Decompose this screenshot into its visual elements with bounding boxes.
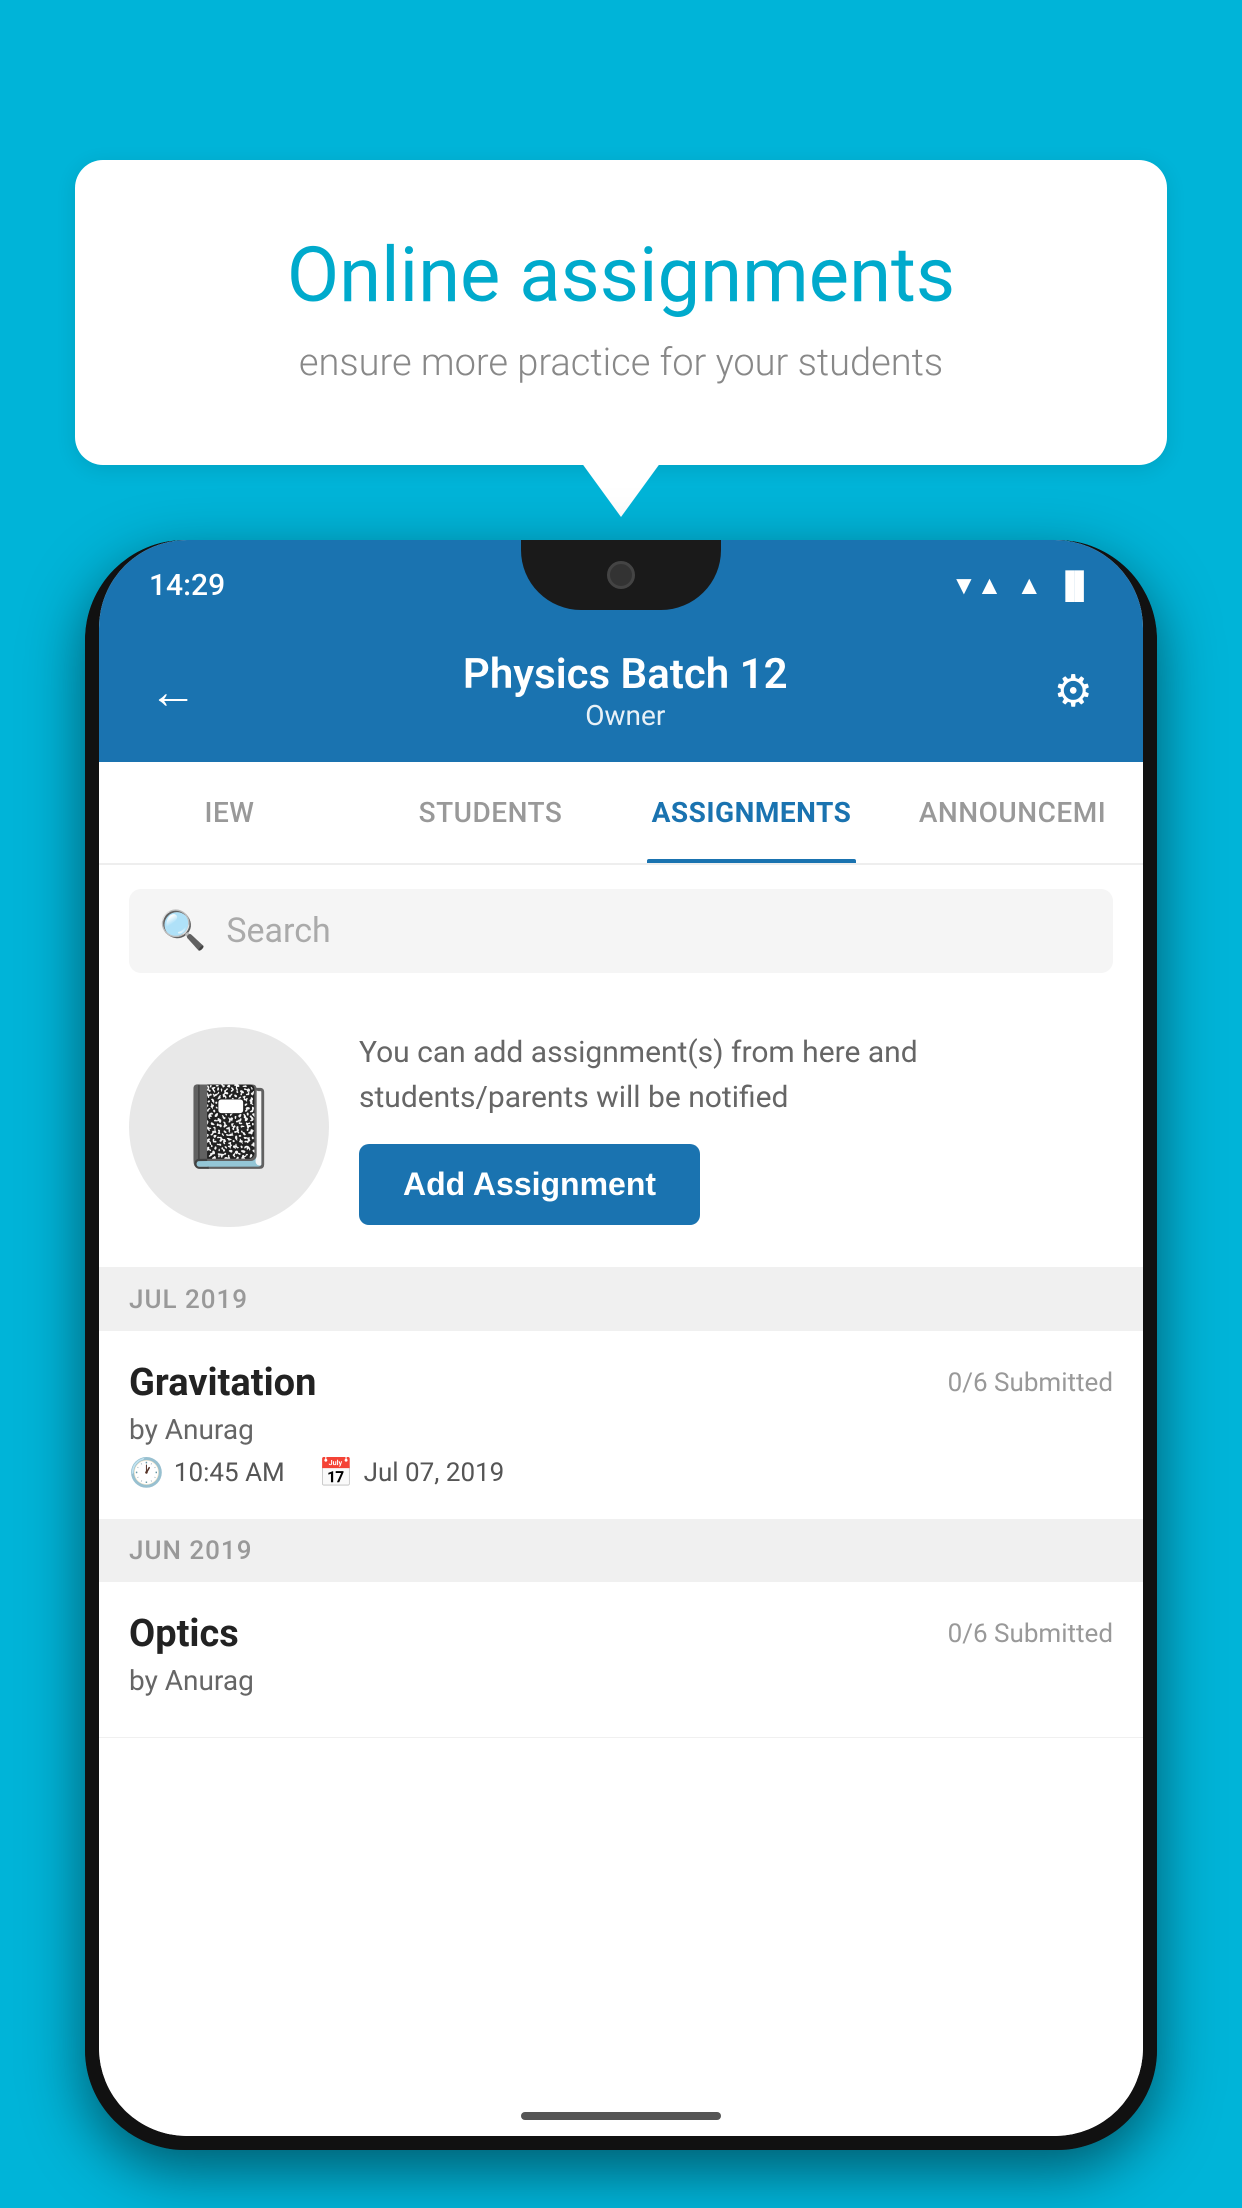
phone-outer-frame: 14:29 ▼▲ ▲ ▐▌ ← Physics Batch 12 O [85, 540, 1157, 2150]
header-subtitle: Owner [463, 699, 788, 732]
status-icons: ▼▲ ▲ ▐▌ [951, 570, 1093, 601]
tab-announcements[interactable]: ANNOUNCEMI [882, 762, 1143, 863]
month-label-jun: JUN 2019 [129, 1536, 252, 1566]
promo-content: You can add assignment(s) from here and … [359, 1030, 1113, 1225]
home-bar [521, 2112, 721, 2120]
assignment-date-gravitation: Jul 07, 2019 [364, 1458, 505, 1488]
search-icon: 🔍 [159, 909, 206, 953]
phone-screen: 14:29 ▼▲ ▲ ▐▌ ← Physics Batch 12 O [99, 540, 1143, 2136]
status-bar: 14:29 ▼▲ ▲ ▐▌ [99, 540, 1143, 630]
assignment-row1: Gravitation 0/6 Submitted [129, 1361, 1113, 1405]
notebook-icon: 📓 [179, 1080, 279, 1174]
assignment-submitted-gravitation: 0/6 Submitted [948, 1368, 1113, 1398]
search-bar[interactable]: 🔍 Search [129, 889, 1113, 973]
status-time: 14:29 [149, 568, 225, 603]
meta-date-gravitation: 📅 Jul 07, 2019 [319, 1456, 505, 1489]
app-header: ← Physics Batch 12 Owner ⚙ [99, 630, 1143, 762]
back-button[interactable]: ← [149, 663, 197, 720]
month-label-jul: JUL 2019 [129, 1285, 248, 1315]
speech-bubble: Online assignments ensure more practice … [75, 160, 1167, 465]
clock-icon: 🕐 [129, 1456, 164, 1489]
phone-container: 14:29 ▼▲ ▲ ▐▌ ← Physics Batch 12 O [85, 540, 1157, 2208]
search-input[interactable]: Search [226, 911, 330, 951]
assignment-item-gravitation[interactable]: Gravitation 0/6 Submitted by Anurag 🕐 10… [99, 1331, 1143, 1520]
assignment-meta-gravitation: 🕐 10:45 AM 📅 Jul 07, 2019 [129, 1456, 1113, 1489]
tab-assignments[interactable]: ASSIGNMENTS [621, 762, 882, 863]
signal-icon: ▲ [1016, 570, 1042, 601]
speech-bubble-subtitle: ensure more practice for your students [155, 341, 1087, 385]
speech-bubble-title: Online assignments [155, 230, 1087, 321]
header-center: Physics Batch 12 Owner [463, 650, 788, 732]
assignment-name-gravitation: Gravitation [129, 1361, 316, 1405]
assignment-name-optics: Optics [129, 1612, 239, 1656]
add-assignment-button[interactable]: Add Assignment [359, 1144, 700, 1225]
assignment-by-optics: by Anurag [129, 1664, 1113, 1697]
tab-iew[interactable]: IEW [99, 762, 360, 863]
phone-notch [521, 540, 721, 610]
month-separator-jun: JUN 2019 [99, 1520, 1143, 1582]
tabs-container: IEW STUDENTS ASSIGNMENTS ANNOUNCEMI [99, 762, 1143, 865]
speech-bubble-container: Online assignments ensure more practice … [75, 160, 1167, 465]
assignment-submitted-optics: 0/6 Submitted [948, 1619, 1113, 1649]
month-separator-jul: JUL 2019 [99, 1269, 1143, 1331]
assignment-item-optics[interactable]: Optics 0/6 Submitted by Anurag [99, 1582, 1143, 1738]
meta-time-gravitation: 🕐 10:45 AM [129, 1456, 285, 1489]
promo-description: You can add assignment(s) from here and … [359, 1030, 1113, 1120]
app-content: 🔍 Search 📓 You can add assignment(s) fro… [99, 865, 1143, 2136]
calendar-icon: 📅 [319, 1456, 354, 1489]
wifi-icon: ▼▲ [951, 570, 1002, 601]
assignment-by-gravitation: by Anurag [129, 1413, 1113, 1446]
assignment-promo: 📓 You can add assignment(s) from here an… [99, 997, 1143, 1269]
header-title: Physics Batch 12 [463, 650, 788, 699]
front-camera [607, 561, 635, 589]
search-bar-container: 🔍 Search [99, 865, 1143, 997]
tab-students[interactable]: STUDENTS [360, 762, 621, 863]
assignment-optics-row1: Optics 0/6 Submitted [129, 1612, 1113, 1656]
promo-icon-circle: 📓 [129, 1027, 329, 1227]
battery-icon: ▐▌ [1056, 570, 1093, 601]
assignment-time-gravitation: 10:45 AM [174, 1458, 285, 1488]
phone-frame: 14:29 ▼▲ ▲ ▐▌ ← Physics Batch 12 O [85, 540, 1157, 2150]
settings-button[interactable]: ⚙ [1054, 665, 1093, 717]
